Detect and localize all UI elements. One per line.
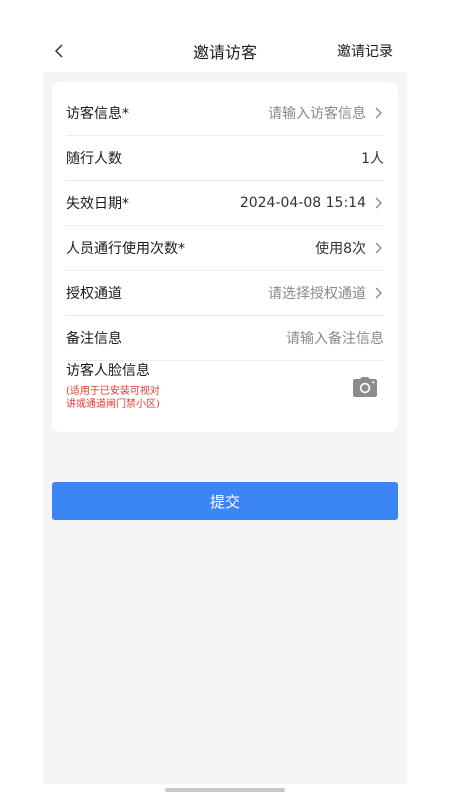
visitor-info-label: 访客信息* (66, 106, 129, 122)
remark-label: 备注信息 (66, 331, 122, 347)
companions-count-row[interactable]: 随行人数 1人 (66, 136, 384, 181)
usage-count-value: 使用8次 (315, 241, 366, 257)
remark-row[interactable]: 备注信息 请输入备注信息 (66, 316, 384, 361)
companions-count-label: 随行人数 (66, 151, 122, 167)
chevron-right-icon (375, 107, 382, 119)
usage-count-row[interactable]: 人员通行使用次数* 使用8次 (66, 226, 384, 271)
access-channel-value: 请选择授权通道 (268, 286, 366, 302)
camera-button[interactable] (352, 376, 378, 398)
access-channel-label: 授权通道 (66, 286, 122, 302)
visitor-info-row[interactable]: 访客信息* 请输入访客信息 (66, 91, 384, 136)
usage-count-label: 人员通行使用次数* (66, 241, 185, 257)
chevron-right-icon (375, 287, 382, 299)
visitor-info-value: 请输入访客信息 (268, 106, 366, 122)
expiry-date-row[interactable]: 失效日期* 2024-04-08 15:14 (66, 181, 384, 226)
expiry-date-value: 2024-04-08 15:14 (239, 195, 366, 211)
face-info-label: 访客人脸信息 (66, 363, 150, 379)
submit-button[interactable]: 提交 (52, 482, 398, 520)
face-info-row: 访客人脸信息 (适用于已安装可视对讲或通道闸门禁小区) (66, 360, 384, 426)
camera-icon (353, 377, 377, 397)
remark-input[interactable]: 请输入备注信息 (286, 328, 384, 348)
face-info-note: (适用于已安装可视对讲或通道闸门禁小区) (66, 386, 160, 410)
form-card: 访客信息* 请输入访客信息 随行人数 1人 失效日期* 2024-04-08 1… (52, 82, 398, 432)
companions-count-value: 1人 (361, 151, 384, 167)
expiry-date-label: 失效日期* (66, 196, 129, 212)
nav-header: 邀请访客 邀请记录 (0, 24, 450, 72)
screen: 邀请访客 邀请记录 访客信息* 请输入访客信息 随行人数 1人 失效日期* 20… (0, 0, 450, 800)
chevron-right-icon (375, 197, 382, 209)
access-channel-row[interactable]: 授权通道 请选择授权通道 (66, 271, 384, 316)
chevron-right-icon (375, 242, 382, 254)
content-area: 访客信息* 请输入访客信息 随行人数 1人 失效日期* 2024-04-08 1… (43, 72, 407, 784)
invite-records-link[interactable]: 邀请记录 (337, 41, 393, 61)
home-indicator (165, 788, 285, 792)
